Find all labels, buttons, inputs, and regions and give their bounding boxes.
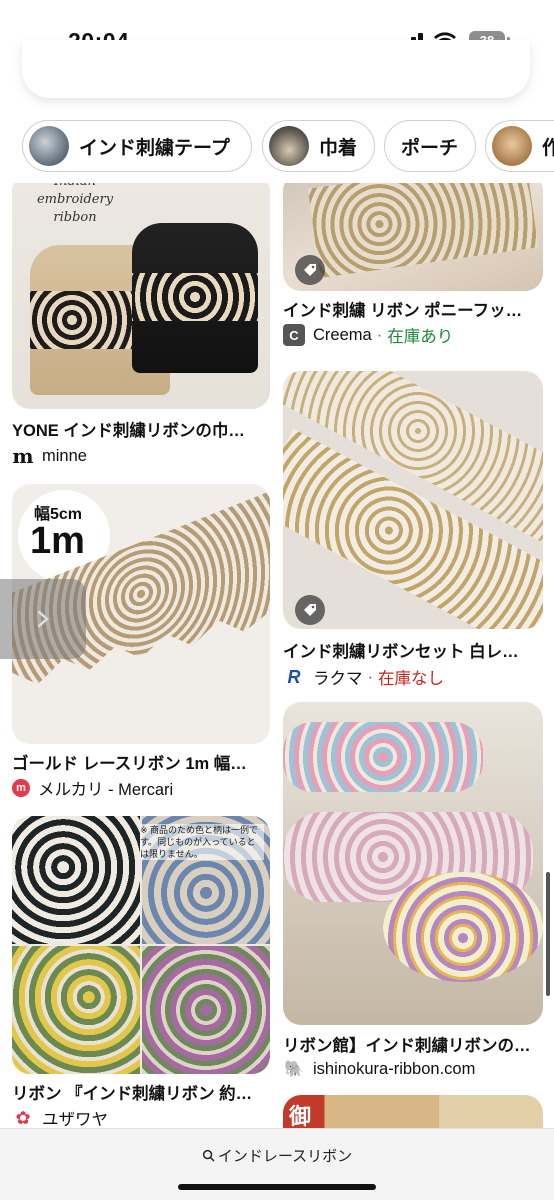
scroll-indicator[interactable] <box>546 872 550 996</box>
pin-source[interactable]: m minne <box>12 444 87 468</box>
pin-card[interactable]: インド刺繍 リボン ポニーフッ… C Creema · 在庫あり <box>283 183 545 353</box>
pin-title[interactable]: リボン館】インド刺繍リボンの… <box>283 1032 545 1056</box>
image-notice: ※ 商品のため色と柄は一例です。同じものが入っているとは限りません。 <box>140 824 264 860</box>
search-query-display[interactable]: インドレースリボン <box>0 1145 554 1166</box>
badge-length: 1m <box>30 520 85 562</box>
ribbon-tile <box>12 816 140 944</box>
product-tag-icon <box>295 255 325 285</box>
source-name: ラクマ <box>313 670 363 688</box>
separator: · <box>367 667 374 686</box>
pin-card[interactable]: 御 <box>283 1095 545 1128</box>
search-query-text: インドレースリボン <box>217 1148 353 1165</box>
source-name: ユザワヤ <box>42 1111 108 1128</box>
pin-title[interactable]: インド刺繍 リボン ポニーフッ… <box>283 297 545 321</box>
side-nav-arrow[interactable] <box>0 579 86 659</box>
product-tag-icon <box>295 595 325 625</box>
pin-title[interactable]: YONE インド刺繍リボンの巾… <box>12 417 274 441</box>
pin-source[interactable]: R ラクマ · 在庫なし <box>283 665 445 689</box>
bottom-url-bar[interactable]: インドレースリボン <box>0 1128 554 1200</box>
pin-card[interactable]: Indian embroidery ribbon YONE インド刺繍リボンの巾… <box>12 183 272 473</box>
minne-logo-icon: m <box>12 444 34 468</box>
pin-image[interactable]: Indian embroidery ribbon <box>12 183 270 409</box>
black-pouch-band <box>132 273 258 321</box>
yuzawaya-logo-icon: ✿ <box>15 1107 31 1128</box>
pin-source[interactable]: 🐘 ishinokura-ribbon.com <box>283 1058 475 1080</box>
pin-title[interactable]: ゴールド レースリボン 1m 幅… <box>12 750 274 774</box>
ribbon-roll <box>383 872 543 982</box>
source-name: minne <box>42 446 87 465</box>
chip-thumbnail <box>29 126 69 166</box>
chip-pouch[interactable]: ポーチ <box>384 120 476 172</box>
chip-thumbnail <box>269 126 309 166</box>
image-char: 御 <box>289 1104 312 1128</box>
search-icon <box>202 1149 215 1162</box>
chip-partial[interactable]: 作 <box>485 120 554 172</box>
pin-title[interactable]: リボン 『インド刺繍リボン 約… <box>12 1080 274 1104</box>
mercari-logo-icon: m <box>12 779 30 797</box>
chip-indo-embroidery-tape[interactable]: インド刺繍テープ <box>22 120 252 172</box>
chip-label: ポーチ <box>401 137 459 159</box>
related-search-chips: インド刺繍テープ 巾着 ポーチ 作 <box>0 120 554 174</box>
lace-ribbon <box>307 183 539 278</box>
ribbon-roll <box>283 722 483 792</box>
pin-source[interactable]: C Creema · 在庫あり <box>283 323 453 347</box>
chip-kinchaku[interactable]: 巾着 <box>262 120 375 172</box>
chip-label: インド刺繍テープ <box>79 137 230 159</box>
pin-image[interactable]: ※ 商品のため色と柄は一例です。同じものが入っているとは限りません。 <box>12 816 270 1074</box>
stock-status: 在庫なし <box>378 670 444 688</box>
rakuma-logo-icon: R <box>287 666 301 687</box>
separator: · <box>376 325 383 344</box>
pin-source[interactable]: m メルカリ - Mercari <box>12 776 173 800</box>
stock-status: 在庫あり <box>387 328 454 346</box>
pin-image[interactable] <box>283 702 543 1025</box>
chevron-right-icon <box>37 610 49 628</box>
pin-source[interactable]: ✿ ユザワヤ <box>12 1106 108 1129</box>
pin-card[interactable]: ※ 商品のため色と柄は一例です。同じものが入っているとは限りません。 リボン 『… <box>12 816 272 1128</box>
source-name: メルカリ - Mercari <box>38 781 174 799</box>
pin-card[interactable]: インド刺繍リボンセット 白レ… R ラクマ · 在庫なし <box>283 371 545 701</box>
ishinokura-logo-icon: 🐘 <box>284 1061 304 1078</box>
source-name: Creema <box>313 325 372 344</box>
ribbon-tile <box>12 946 140 1074</box>
chip-thumbnail <box>492 126 532 166</box>
ribbon-tile <box>142 946 270 1074</box>
pin-feed: Indian embroidery ribbon YONE インド刺繍リボンの巾… <box>0 183 554 1128</box>
search-card[interactable] <box>22 40 530 98</box>
pin-title[interactable]: インド刺繍リボンセット 白レ… <box>283 638 545 662</box>
pin-image[interactable] <box>283 183 543 291</box>
chip-label: 巾着 <box>319 137 358 159</box>
pin-card[interactable]: リボン館】インド刺繍リボンの… 🐘 ishinokura-ribbon.com <box>283 702 545 1082</box>
pin-image[interactable]: 御 <box>283 1095 543 1128</box>
chip-label: 作 <box>542 137 554 159</box>
pin-image[interactable] <box>283 371 543 629</box>
creema-logo-icon: C <box>283 324 305 346</box>
image-caption: Indian embroidery ribbon <box>36 183 114 225</box>
source-name: ishinokura-ribbon.com <box>313 1059 476 1078</box>
home-indicator[interactable] <box>178 1184 376 1190</box>
